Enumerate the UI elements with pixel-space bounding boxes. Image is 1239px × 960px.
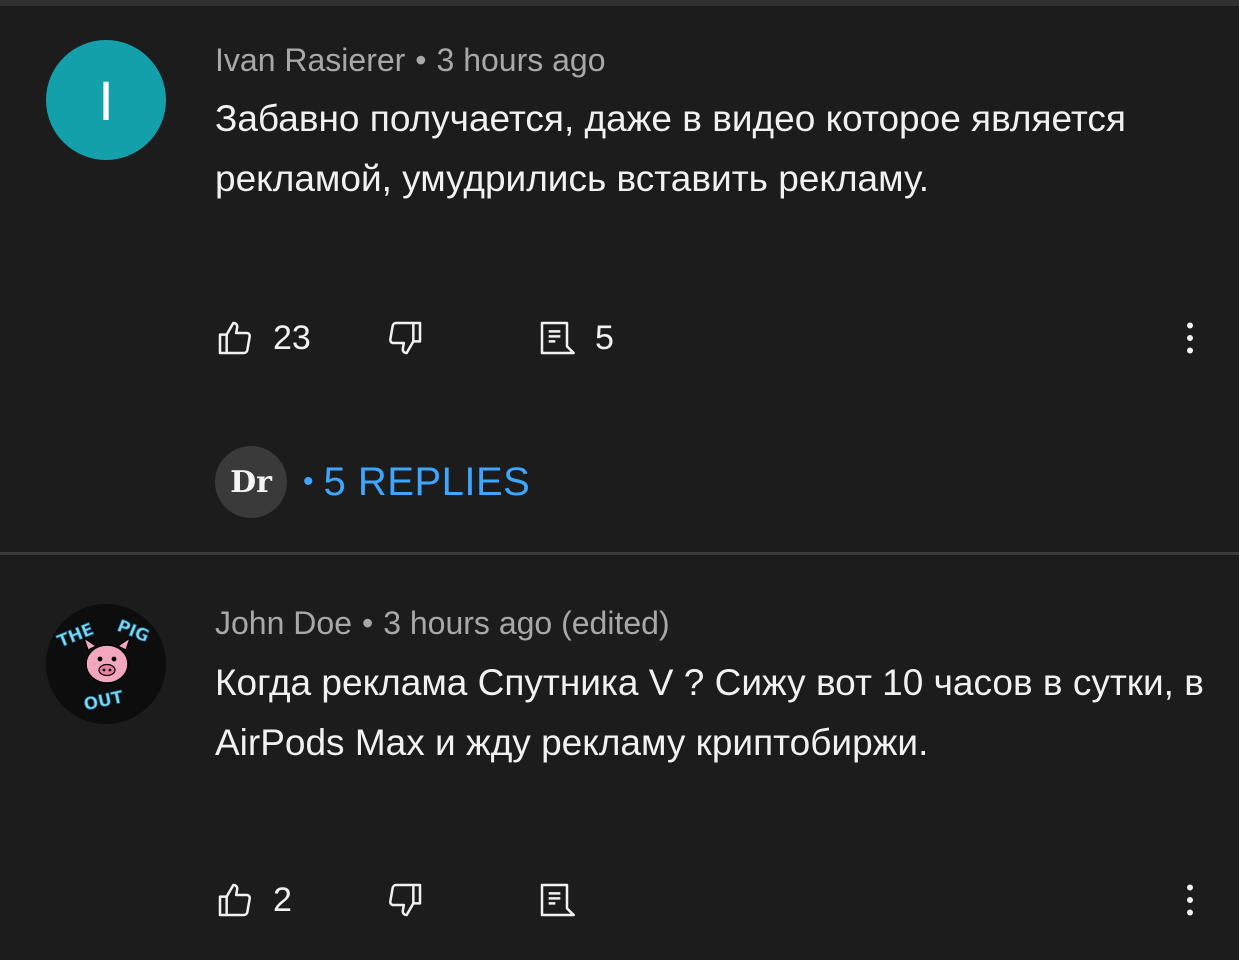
replies-separator: • xyxy=(303,465,314,498)
reply-count: 5 xyxy=(595,318,614,357)
dislike-button[interactable] xyxy=(385,313,425,363)
comment-meta: Ivan Rasierer • 3 hours ago xyxy=(215,42,606,79)
comment-icon xyxy=(540,883,575,917)
comment-thread: I Ivan Rasierer • 3 hours ago Забавно полу… xyxy=(0,6,1239,552)
comment-actions: 23 5 xyxy=(215,313,1205,363)
thumbs-up-icon xyxy=(218,321,251,355)
comment-text: Когда реклама Спутника V ? Сижу вот 10 ч… xyxy=(215,662,1204,763)
like-button[interactable]: 2 xyxy=(215,875,292,925)
comment-meta: John Doe • 3 hours ago (edited) xyxy=(215,605,670,642)
reply-author-avatar: Dr xyxy=(215,446,287,518)
avatar[interactable]: I xyxy=(46,40,166,160)
reply-button[interactable]: 5 xyxy=(537,313,614,363)
dislike-button[interactable] xyxy=(385,875,425,925)
more-vertical-icon xyxy=(1187,322,1193,354)
more-options-button[interactable] xyxy=(1170,313,1210,363)
meta-separator: • xyxy=(361,605,374,641)
avatar-letter: I xyxy=(98,68,114,132)
author-name[interactable]: John Doe xyxy=(215,605,352,641)
comment-thread: THE PIG OUT John Doe • 3 hours ago (edited… xyxy=(0,555,1239,960)
more-vertical-icon xyxy=(1187,884,1193,916)
comment-actions: 2 xyxy=(215,875,1205,925)
thumbs-up-icon xyxy=(218,883,251,917)
reply-button[interactable] xyxy=(537,875,577,925)
view-replies[interactable]: Dr • 5 REPLIES xyxy=(215,446,530,518)
comment-time: 3 hours ago xyxy=(436,42,606,78)
like-button[interactable]: 23 xyxy=(215,313,311,363)
more-options-button[interactable] xyxy=(1170,875,1210,925)
comment-text: Забавно получается, даже в видео которое… xyxy=(215,98,1126,199)
thumbs-down-icon xyxy=(389,321,422,355)
comment-time: 3 hours ago (edited) xyxy=(383,605,670,641)
author-name[interactable]: Ivan Rasierer xyxy=(215,42,405,78)
pig-logo-icon: THE PIG OUT xyxy=(46,604,166,724)
avatar[interactable]: THE PIG OUT xyxy=(46,604,166,724)
thumbs-down-icon xyxy=(389,883,422,917)
like-count: 23 xyxy=(273,318,311,357)
replies-link[interactable]: 5 REPLIES xyxy=(324,460,531,505)
meta-separator: • xyxy=(415,42,427,78)
comment-icon xyxy=(540,321,575,355)
like-count: 2 xyxy=(273,880,292,919)
